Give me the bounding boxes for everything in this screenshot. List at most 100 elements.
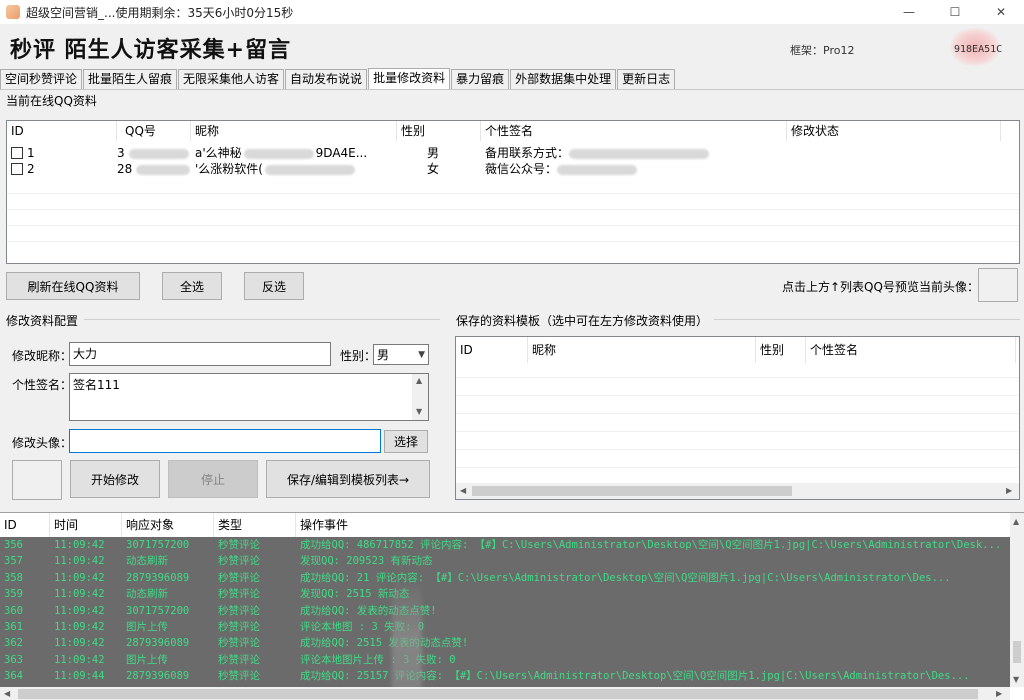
log-id: 363	[4, 653, 23, 666]
scroll-left-icon[interactable]: ◀	[460, 486, 466, 495]
log-col-id[interactable]: ID	[0, 513, 50, 537]
log-event: 发现QQ: 209523 有新动态	[300, 555, 433, 568]
chevron-down-icon: ▼	[418, 349, 425, 360]
col-nickname[interactable]: 昵称	[191, 121, 397, 141]
invert-selection-button[interactable]: 反选	[244, 272, 304, 300]
avatar-path-input[interactable]	[69, 429, 381, 453]
log-time: 11:09:42	[54, 620, 105, 633]
framework-label: 框架：Pro12	[790, 44, 855, 57]
grid-line	[456, 467, 1019, 468]
log-col-target[interactable]: 响应对象	[122, 513, 214, 537]
log-col-event[interactable]: 操作事件	[296, 513, 1008, 537]
log-row[interactable]: 356 11:09:42 3071757200 秒赞评论 成功给QQ: 4867…	[0, 537, 1010, 553]
tab-collect-visitors[interactable]: 无限采集他人访客	[178, 69, 285, 89]
col-id[interactable]: ID	[7, 121, 117, 141]
close-button[interactable]: ✕	[978, 0, 1024, 24]
grid-line	[456, 395, 1019, 396]
scroll-up-icon[interactable]: ▲	[1013, 517, 1019, 526]
log-row[interactable]: 363 11:09:42 图片上传 秒赞评论 评论本地图片上传 : 3 失败: …	[0, 652, 1010, 668]
col-template-nickname[interactable]: 昵称	[528, 337, 756, 363]
log-row[interactable]: 360 11:09:42 3071757200 秒赞评论 成功给QQ: 发表的动…	[0, 603, 1010, 619]
log-row[interactable]: 362 11:09:42 2879396089 秒赞评论 成功给QQ: 2515…	[0, 635, 1010, 651]
log-time: 11:09:42	[54, 637, 105, 650]
redacted-smudge	[392, 577, 422, 687]
table-row[interactable]: 1 3 a'么神秘 9DA4E... 男 备用联系方式：	[7, 145, 1019, 161]
scroll-right-icon[interactable]: ▶	[1006, 486, 1012, 495]
row-signature: 薇信公众号：	[485, 162, 558, 176]
scroll-thumb[interactable]	[472, 486, 792, 496]
col-signature[interactable]: 个性签名	[481, 121, 787, 141]
tab-external-data[interactable]: 外部数据集中处理	[510, 69, 617, 89]
log-list[interactable]: 356 11:09:42 3071757200 秒赞评论 成功给QQ: 4867…	[0, 537, 1010, 687]
choose-avatar-button[interactable]: 选择	[384, 430, 428, 453]
log-target: 图片上传	[126, 653, 168, 666]
log-event: 成功给QQ: 486717852 评论内容: 【#】C:\Users\Admin…	[300, 539, 1002, 551]
row-gender: 女	[427, 162, 440, 176]
log-row[interactable]: 358 11:09:42 2879396089 秒赞评论 成功给QQ: 21 评…	[0, 570, 1010, 586]
log-col-type[interactable]: 类型	[214, 513, 296, 537]
log-row[interactable]: 361 11:09:42 图片上传 秒赞评论 评论本地图 : 3 失败: 0	[0, 619, 1010, 635]
window-controls: — ☐ ✕	[886, 0, 1024, 24]
col-template-signature[interactable]: 个性签名	[806, 337, 1016, 363]
log-time: 11:09:42	[54, 555, 105, 568]
scroll-down-icon[interactable]: ▼	[1013, 675, 1019, 684]
scroll-left-icon[interactable]: ◀	[4, 689, 10, 698]
template-list[interactable]: ID 昵称 性别 个性签名 ◀ ▶	[455, 336, 1020, 500]
online-qq-list[interactable]: ID QQ号 昵称 性别 个性签名 修改状态 1 3 a'么神秘 9DA4E...…	[6, 120, 1020, 264]
log-hscrollbar[interactable]: ◀ ▶	[0, 687, 1010, 700]
row-nickname-tail: 9DA4E...	[315, 146, 368, 160]
tab-batch-edit-profile[interactable]: 批量修改资料	[368, 68, 451, 90]
log-col-time[interactable]: 时间	[50, 513, 122, 537]
log-vscrollbar[interactable]: ▲ ▼	[1010, 513, 1024, 687]
col-gender[interactable]: 性别	[397, 121, 481, 141]
tab-batch-stranger-trace[interactable]: 批量陌生人留痕	[83, 69, 178, 89]
signature-scrollbar[interactable]: ▲ ▼	[412, 374, 428, 420]
log-row[interactable]: 364 11:09:44 2879396089 秒赞评论 成功给QQ: 2515…	[0, 668, 1010, 684]
redacted-blur	[136, 164, 191, 175]
template-hscrollbar[interactable]: ◀ ▶	[456, 483, 1019, 499]
templates-group-title: 保存的资料模板（选中可在左方修改资料使用）	[456, 314, 709, 328]
start-edit-button[interactable]: 开始修改	[70, 460, 160, 498]
col-template-id[interactable]: ID	[456, 337, 528, 363]
col-template-gender[interactable]: 性别	[756, 337, 806, 363]
log-time: 11:09:42	[54, 588, 105, 601]
scroll-thumb[interactable]	[1013, 641, 1021, 663]
log-id: 361	[4, 620, 23, 633]
row-checkbox[interactable]	[11, 147, 23, 159]
scroll-up-icon[interactable]: ▲	[416, 376, 422, 385]
table-row[interactable]: 2 28 '么涨粉软件( 女 薇信公众号：	[7, 161, 1019, 177]
grid-line	[456, 431, 1019, 432]
log-id: 356	[4, 539, 23, 551]
refresh-online-button[interactable]: 刷新在线QQ资料	[6, 272, 140, 300]
scroll-right-icon[interactable]: ▶	[996, 689, 1002, 698]
tab-auto-post[interactable]: 自动发布说说	[285, 69, 368, 89]
log-id: 358	[4, 571, 23, 584]
maximize-button[interactable]: ☐	[932, 0, 978, 24]
gender-label: 性别：	[340, 349, 377, 363]
tab-changelog[interactable]: 更新日志	[617, 69, 676, 89]
col-status[interactable]: 修改状态	[787, 121, 1001, 141]
minimize-button[interactable]: —	[886, 0, 932, 24]
nickname-input[interactable]: 大力	[69, 342, 331, 366]
grid-line	[7, 225, 1019, 226]
log-type: 秒赞评论	[218, 620, 260, 633]
tab-qzone-like-comment[interactable]: 空间秒赞评论	[0, 69, 83, 89]
tab-force-trace[interactable]: 暴力留痕	[451, 69, 510, 89]
save-template-button[interactable]: 保存/编辑到模板列表→	[266, 460, 430, 498]
row-status	[787, 161, 1001, 177]
col-qq[interactable]: QQ号	[117, 121, 191, 141]
log-row[interactable]: 359 11:09:42 动态刷新 秒赞评论 发现QQ: 2515 新动态	[0, 586, 1010, 602]
gender-select[interactable]: 男 ▼	[373, 344, 429, 365]
scroll-thumb[interactable]	[18, 689, 978, 699]
log-type: 秒赞评论	[218, 539, 260, 551]
signature-input[interactable]: 签名111	[69, 373, 429, 421]
log-id: 357	[4, 555, 23, 568]
row-checkbox[interactable]	[11, 163, 23, 175]
log-type: 秒赞评论	[218, 637, 260, 650]
log-target: 动态刷新	[126, 555, 168, 568]
log-row[interactable]: 357 11:09:42 动态刷新 秒赞评论 发现QQ: 209523 有新动态	[0, 553, 1010, 569]
grid-line	[456, 413, 1019, 414]
log-type: 秒赞评论	[218, 653, 260, 666]
scroll-down-icon[interactable]: ▼	[416, 407, 422, 416]
select-all-button[interactable]: 全选	[162, 272, 222, 300]
